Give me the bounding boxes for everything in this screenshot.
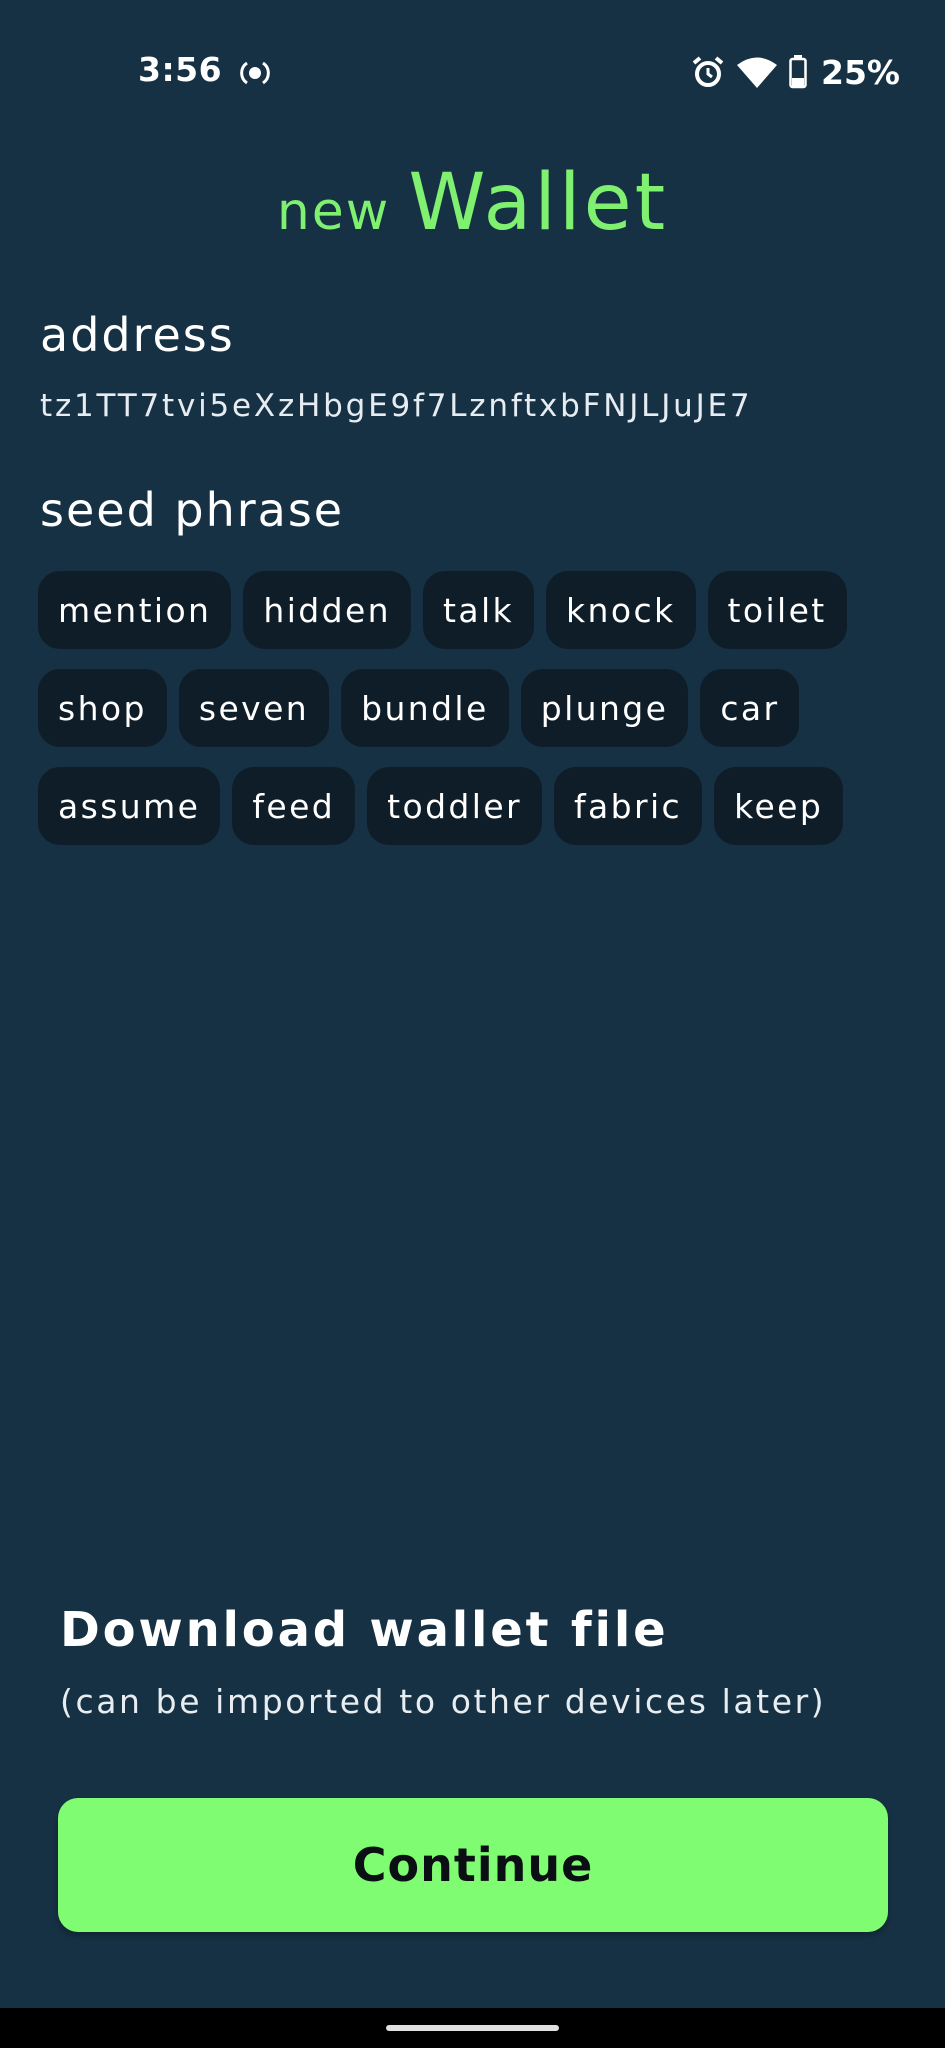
wifi-icon [737, 56, 777, 88]
seed-word-chip: talk [423, 571, 535, 649]
continue-button[interactable]: Continue [58, 1798, 888, 1932]
seed-row: assume feed toddler fabric keep [38, 767, 918, 845]
address-label: address [40, 308, 235, 362]
seed-word-chip: keep [714, 767, 844, 845]
status-icons: 25% [691, 50, 900, 94]
seed-word-chip: knock [546, 571, 696, 649]
battery-icon [789, 55, 807, 89]
seed-phrase-words: mention hidden talk knock toilet shop se… [38, 571, 918, 865]
seed-word-chip: hidden [243, 571, 411, 649]
seed-word-chip: assume [38, 767, 221, 845]
download-wallet-file-note: (can be imported to other devices later) [60, 1682, 827, 1721]
navigation-bar [0, 2008, 945, 2048]
seed-word-chip: plunge [520, 669, 689, 747]
page-title: new Wallet [0, 158, 945, 248]
seed-word-chip: fabric [554, 767, 703, 845]
seed-word-chip: shop [38, 669, 167, 747]
address-value[interactable]: tz1TT7tvi5eXzHbgE9f7LznftxbFNJLJuJE7 [40, 388, 752, 424]
status-time: 3:56 [138, 50, 223, 89]
seed-phrase-label: seed phrase [40, 483, 345, 537]
seed-row: mention hidden talk knock toilet [38, 571, 918, 649]
home-indicator[interactable] [386, 2025, 559, 2031]
seed-word-chip: seven [178, 669, 330, 747]
battery-percent: 25% [821, 52, 900, 92]
seed-word-chip: car [700, 669, 800, 747]
seed-word-chip: toilet [707, 571, 847, 649]
seed-row: shop seven bundle plunge car [38, 669, 918, 747]
wallet-screen: 3:56 25% new Wallet address tz1TT7tvi5eX… [0, 0, 945, 2048]
seed-word-chip: feed [232, 767, 356, 845]
seed-word-chip: mention [38, 571, 232, 649]
status-bar: 3:56 25% [0, 0, 945, 140]
title-main: Wallet [408, 158, 669, 248]
record-icon [240, 58, 270, 88]
seed-word-chip: bundle [341, 669, 509, 747]
seed-word-chip: toddler [367, 767, 543, 845]
alarm-icon [691, 55, 725, 89]
title-prefix: new [276, 182, 391, 242]
download-wallet-file-link[interactable]: Download wallet file [60, 1602, 668, 1658]
